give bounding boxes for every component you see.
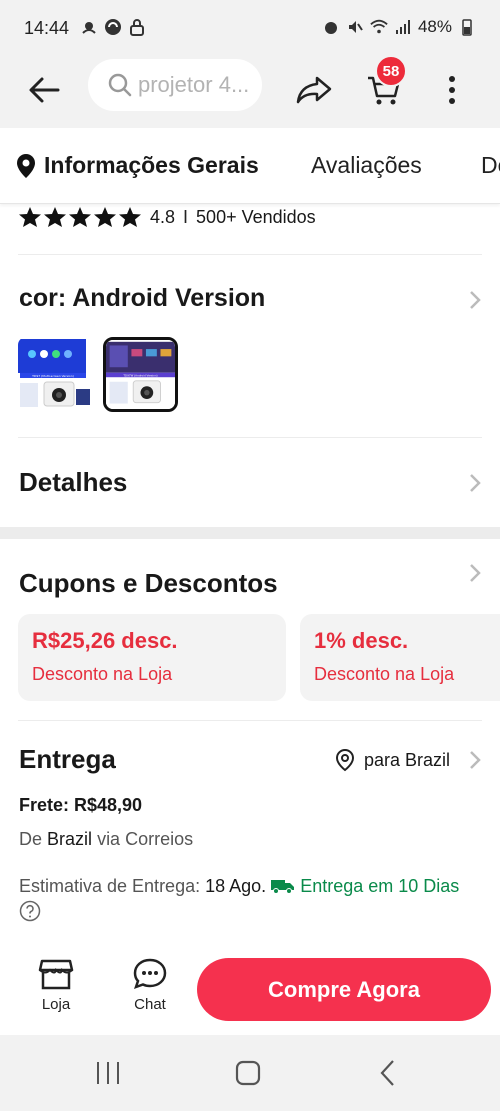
estimate-label: Estimativa de Entrega: [19,876,201,896]
map-pin-icon [335,748,355,772]
top-app-bar: projetor 4... 58 [0,55,500,128]
system-nav-bar [0,1035,500,1111]
thumb-caption: TD97 (Multi-screen Version) [31,374,74,378]
star-icon [44,207,66,227]
chevron-right-icon[interactable] [468,473,482,493]
origin-carrier: via Correios [97,829,194,849]
tab-details[interactable]: De [481,152,500,179]
ship-to-selector[interactable]: para Brazil [334,748,450,772]
shipping-fee: Frete: R$48,90 [19,795,143,815]
nav-back-icon [380,1060,394,1086]
coupon-amount: 1% desc. [314,628,409,653]
back-arrow-icon [29,77,60,103]
recent-apps-icon [97,1062,119,1084]
bottom-action-bar: Loja Chat Compre Agora [0,945,500,1035]
star-icon [119,207,141,227]
coupon-type: Desconto na Loja [32,664,173,684]
chevron-right-icon[interactable] [468,750,482,770]
status-right-icons: 48% [322,17,476,37]
lock-icon [128,17,146,37]
tab-general-info-label: Informações Gerais [44,152,259,178]
status-bar: 14:44 48% [0,0,500,58]
more-vertical-icon [449,76,455,104]
chat-label: Chat [134,996,166,1013]
star-icon [19,207,41,227]
divider [18,720,482,721]
home-button[interactable] [228,1055,268,1091]
search-icon [108,73,132,97]
help-circle-icon[interactable] [19,900,41,922]
tab-reviews[interactable]: Avaliações [311,152,422,179]
battery-icon [458,17,476,37]
divider [18,254,482,255]
nav-back-button[interactable] [368,1055,408,1091]
color-option-multi-screen[interactable]: TD97 (Multi-screen Version) [18,337,94,413]
rating-score: 4.8 [150,206,176,227]
chevron-right-icon[interactable] [468,290,482,310]
truck-icon [271,880,295,894]
coupons-title[interactable]: Cupons e Descontos [19,568,278,599]
star-rating [18,206,142,228]
back-button[interactable] [20,66,68,114]
status-left-icons [80,17,146,37]
product-image: TD97 (Multi-screen Version) [18,337,94,413]
recent-apps-button[interactable] [88,1055,128,1091]
color-option-android[interactable]: TD97W (Android Version) [103,337,178,412]
coupon-card[interactable]: 1% desc. Desconto na Loja [300,614,500,701]
search-query: projetor 4... [138,72,250,97]
location-pin-icon [17,153,35,178]
section-separator [0,527,500,539]
buy-now-button[interactable]: Compre Agora [197,958,491,1021]
wifi-icon [370,17,388,37]
store-label: Loja [41,996,71,1013]
cart-count-badge: 58 [375,55,407,87]
chat-button[interactable]: Chat [124,958,176,1024]
home-icon [235,1060,261,1086]
details-row[interactable]: Detalhes [19,467,127,498]
notification-icon [80,17,98,37]
origin-prefix: De [19,829,43,849]
tab-general-info[interactable]: Informações Gerais [16,152,259,179]
coupon-amount: R$25,26 desc. [32,628,178,653]
product-image-selected: TD97W (Android Version) [106,340,175,409]
ship-to-label: para Brazil [364,749,451,770]
store-icon [38,959,74,990]
share-button[interactable] [290,66,338,114]
shipping-origin: De Brazil via Correios [19,829,193,850]
sync-icon [104,17,122,37]
chat-icon [133,958,167,990]
battery-text: 48% [417,17,452,36]
alarm-icon [322,17,340,37]
rating-separator: I [183,206,189,227]
more-options-button[interactable] [432,66,472,114]
store-button[interactable]: Loja [30,958,82,1024]
status-time: 14:44 [24,18,70,38]
coupon-type: Desconto na Loja [314,664,455,684]
signal-icon [394,17,412,37]
delivery-estimate: Estimativa de Entrega: 18 Ago. Entrega e… [19,873,479,925]
search-input[interactable]: projetor 4... [88,59,262,111]
estimate-days: Entrega em 10 Dias [300,876,460,896]
chevron-right-icon[interactable] [468,563,482,583]
share-icon [296,76,332,104]
delivery-title: Entrega [19,744,116,774]
star-icon [94,207,116,227]
star-icon [69,207,91,227]
mute-icon [346,17,364,37]
section-tabs: Informações Gerais Avaliações De [0,128,500,204]
coupon-card[interactable]: R$25,26 desc. Desconto na Loja [18,614,286,701]
sold-count: 500+ Vendidos [196,206,316,227]
color-variant-title[interactable]: cor: Android Version [19,284,265,313]
estimate-date: 18 Ago. [205,876,267,896]
divider [18,437,482,438]
rating-row: 4.8 I 500+ Vendidos [18,204,316,230]
thumb-caption-selected: TD97W (Android Version) [122,373,157,377]
origin-country: Brazil [47,829,93,849]
